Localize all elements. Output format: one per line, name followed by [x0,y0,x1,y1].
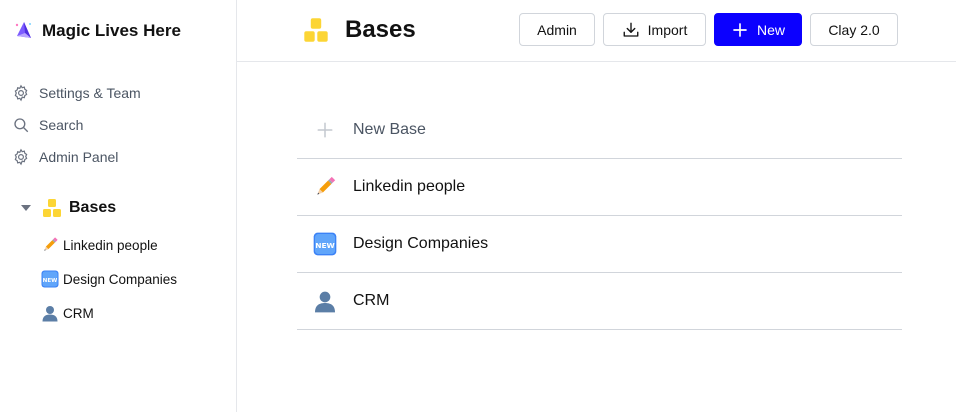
sidebar-item-label: Search [39,117,84,133]
list-item-linkedin-people[interactable]: Linkedin people [297,159,902,216]
new-button[interactable]: New [714,13,802,46]
list-item-design-companies[interactable]: NEW Design Companies [297,216,902,273]
blocks-icon [42,198,62,218]
import-button[interactable]: Import [603,13,706,46]
tree-item-design-companies[interactable]: NEW Design Companies [18,262,232,296]
pencil-icon [40,235,60,255]
list-item-label: Linkedin people [353,178,466,195]
bust-silhouette-icon [297,289,353,313]
sidebar: Magic Lives Here Settings & Team Search [0,0,237,412]
sidebar-item-search[interactable]: Search [12,109,228,141]
version-button[interactable]: Clay 2.0 [810,13,898,46]
new-badge-icon: NEW [297,232,353,256]
list-item-label: Design Companies [353,235,489,252]
bust-silhouette-icon [40,303,60,323]
page-header: Bases Admin Import New Clay 2.0 [237,0,956,62]
page-title: Bases [345,16,416,43]
gear-icon [12,84,30,102]
svg-text:NEW: NEW [43,278,58,284]
tree-root-label: Bases [69,199,117,216]
tree-item-label: Design Companies [63,271,178,287]
blocks-icon [303,17,329,43]
tree-item-label: CRM [63,305,94,321]
list-item-label: CRM [353,292,390,309]
sidebar-item-admin-panel[interactable]: Admin Panel [12,141,228,173]
tree-item-linkedin-people[interactable]: Linkedin people [18,228,232,262]
sidebar-nav: Settings & Team Search Admin Panel [12,77,228,173]
tree-root-bases[interactable]: Bases [18,194,232,222]
admin-button[interactable]: Admin [519,13,595,46]
pencil-icon [297,175,353,199]
sidebar-item-label: Admin Panel [39,149,119,165]
plus-icon [297,121,353,139]
page-title-group: Bases [303,15,416,45]
admin-button-label: Admin [537,21,577,38]
magic-prism-icon [14,21,34,41]
sidebar-item-settings-team[interactable]: Settings & Team [12,77,228,109]
workspace-switcher[interactable]: Magic Lives Here [14,18,181,44]
sidebar-item-label: Settings & Team [39,85,141,101]
new-button-label: New [756,21,785,38]
bases-list: New Base Linkedin people NEW Design Comp… [297,102,902,330]
import-button-label: Import [647,21,688,38]
version-button-label: Clay 2.0 [828,21,880,38]
workspace-name: Magic Lives Here [42,21,181,40]
new-badge-icon: NEW [40,269,60,289]
new-base-label: New Base [353,121,426,138]
tree-children: Linkedin people NEW Design Companies CRM [18,228,232,330]
gear-icon [12,148,30,166]
caret-down-icon[interactable] [18,200,34,216]
new-base-row[interactable]: New Base [297,102,902,159]
plus-icon [731,21,749,39]
tree-item-label: Linkedin people [63,237,158,253]
search-icon [12,116,30,134]
list-item-crm[interactable]: CRM [297,273,902,330]
tree-item-crm[interactable]: CRM [18,296,232,330]
download-icon [622,21,640,39]
bases-tree: Bases Linkedin people NEW Design Compani… [18,194,232,330]
svg-text:NEW: NEW [315,241,335,250]
